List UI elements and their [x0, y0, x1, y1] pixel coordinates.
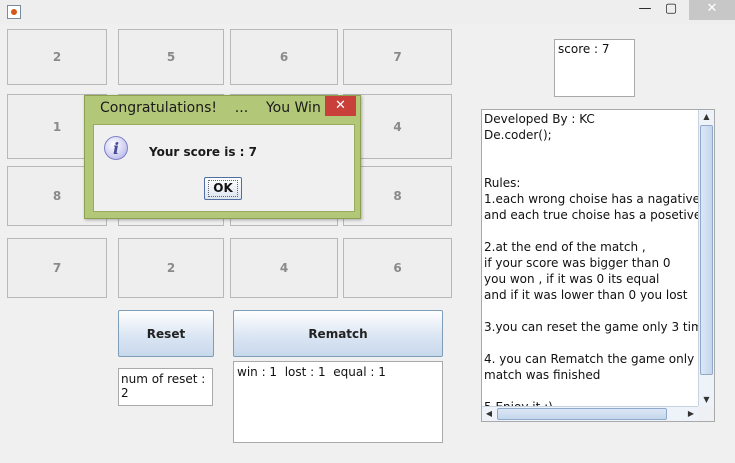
- tile[interactable]: 2: [118, 238, 224, 298]
- dialog-body: i Your score is : 7 OK: [93, 124, 355, 212]
- maximize-button[interactable]: ▢: [660, 0, 682, 20]
- tile[interactable]: 7: [343, 29, 452, 85]
- scroll-right-arrow-icon[interactable]: ▶: [684, 407, 698, 421]
- vertical-scrollbar[interactable]: ▲ ▼: [698, 110, 714, 407]
- horizontal-scroll-thumb[interactable]: [497, 408, 667, 420]
- tile[interactable]: 5: [118, 29, 224, 85]
- rules-scrollpane[interactable]: Developed By : KC De.coder(); Rules: 1.e…: [481, 109, 715, 422]
- win-dialog: Congratulations! ... You Win :) ✕ i Your…: [84, 95, 361, 219]
- rules-text[interactable]: Developed By : KC De.coder(); Rules: 1.e…: [484, 111, 699, 407]
- java-app-icon[interactable]: [7, 5, 21, 19]
- scroll-left-arrow-icon[interactable]: ◀: [482, 407, 496, 421]
- info-icon: i: [104, 136, 128, 160]
- tile[interactable]: 2: [7, 29, 107, 85]
- horizontal-scrollbar[interactable]: ◀ ▶: [482, 406, 699, 421]
- minimize-button[interactable]: —: [634, 0, 656, 20]
- reset-button[interactable]: Reset: [118, 310, 214, 357]
- match-record-display[interactable]: win : 1 lost : 1 equal : 1: [233, 361, 443, 443]
- tile[interactable]: 7: [7, 238, 107, 298]
- dialog-close-button[interactable]: ✕: [325, 96, 356, 116]
- tile[interactable]: 6: [343, 238, 452, 298]
- title-bar: — ▢ ✕: [0, 0, 735, 24]
- scroll-up-arrow-icon[interactable]: ▲: [699, 110, 714, 124]
- reset-count-display[interactable]: num of reset : 2: [118, 368, 213, 406]
- tile[interactable]: 6: [230, 29, 338, 85]
- rematch-button[interactable]: Rematch: [233, 310, 443, 357]
- ok-button[interactable]: OK: [204, 177, 242, 200]
- score-display[interactable]: score : 7: [554, 39, 635, 97]
- dialog-title: Congratulations! ... You Win :): [100, 100, 340, 116]
- dialog-message: Your score is : 7: [149, 145, 257, 159]
- scroll-corner: [698, 406, 714, 421]
- tile[interactable]: 4: [230, 238, 338, 298]
- scroll-down-arrow-icon[interactable]: ▼: [699, 393, 714, 407]
- vertical-scroll-thumb[interactable]: [700, 125, 713, 375]
- window-close-button[interactable]: ✕: [689, 0, 735, 20]
